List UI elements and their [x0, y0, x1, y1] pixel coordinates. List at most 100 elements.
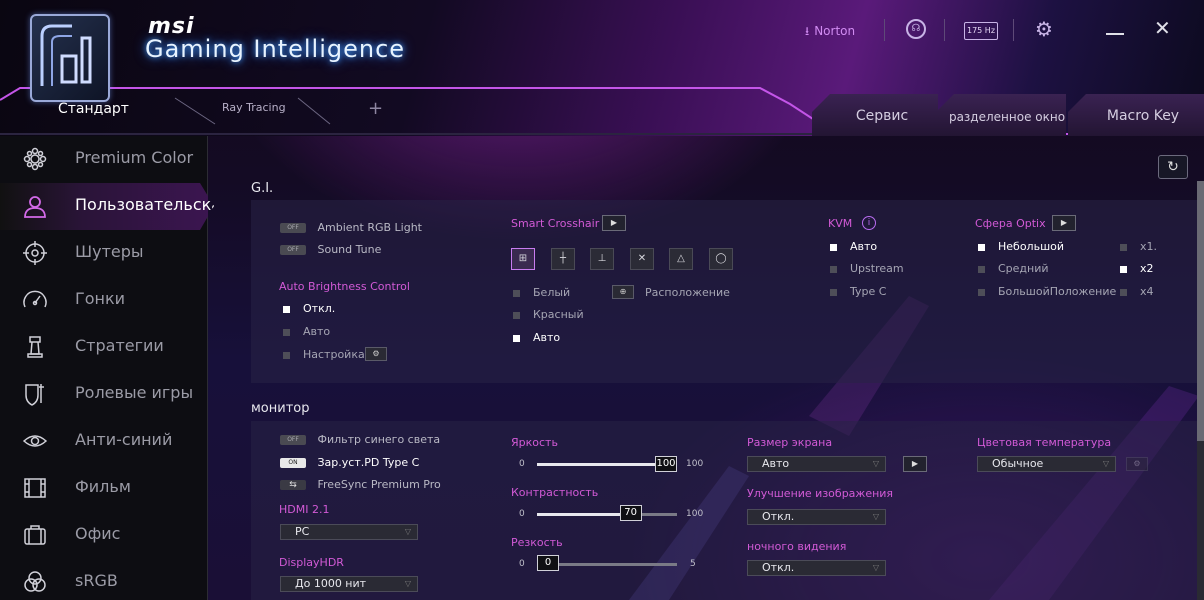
abc-title: Auto Brightness Control: [279, 280, 410, 293]
tab-service[interactable]: Сервис: [812, 94, 938, 136]
ambient-rgb-toggle[interactable]: OFF: [280, 223, 306, 233]
sidebar-item-strategy[interactable]: Стратегии: [0, 324, 208, 371]
radio-indicator: [978, 288, 985, 296]
contrast-max: 100: [686, 509, 704, 519]
close-icon[interactable]: ✕: [1154, 16, 1171, 40]
chevron-down-icon: ▽: [404, 527, 411, 536]
abc-settings-gear-icon[interactable]: ⚙: [365, 347, 387, 361]
radio-indicator: [1120, 243, 1127, 251]
radio-indicator: [513, 289, 520, 297]
chevron-down-icon: ▽: [872, 563, 879, 572]
crosshair-position-gear-icon[interactable]: ⊕: [612, 285, 634, 299]
sidebar-item-label: Ролевые игры: [75, 383, 194, 402]
scrollbar-thumb[interactable]: [1197, 181, 1204, 441]
crosshair-color-red[interactable]: Красный: [513, 308, 584, 321]
crosshair-style-1[interactable]: ⊞: [511, 248, 535, 270]
add-tab-button[interactable]: +: [368, 98, 383, 119]
brightness-slider-thumb[interactable]: 100: [655, 456, 677, 472]
hdr-select[interactable]: До 1000 нит ▽: [280, 576, 418, 592]
screen-size-value: Авто: [762, 457, 790, 470]
color-temp-gear-icon[interactable]: ⚙: [1126, 457, 1148, 471]
crosshair-style-4[interactable]: ✕: [630, 248, 654, 270]
sharpness-slider-thumb[interactable]: 0: [537, 555, 559, 571]
headset-icon[interactable]: ☊: [906, 19, 926, 39]
tab-split-window[interactable]: разделенное окно: [936, 94, 1066, 136]
tab-ray-tracing[interactable]: Ray Tracing: [222, 101, 286, 114]
crosshair-style-5[interactable]: △: [669, 248, 693, 270]
crosshair-style-2[interactable]: ┼: [551, 248, 575, 270]
night-vision-select[interactable]: Откл. ▽: [747, 560, 886, 576]
tab-standard[interactable]: Стандарт: [58, 101, 129, 117]
divider: [1013, 19, 1014, 41]
crosshair-play-icon[interactable]: ▶: [602, 215, 626, 231]
sidebar-item-custom[interactable]: Пользовательска: [0, 183, 214, 230]
crosshair-color-auto[interactable]: Авто: [513, 331, 560, 344]
sharpness-min: 0: [519, 559, 525, 569]
norton-button[interactable]: ⭳ Norton: [805, 22, 855, 43]
kvm-option-upstream[interactable]: Upstream: [830, 262, 904, 275]
abc-option-off[interactable]: Откл.: [283, 302, 335, 315]
radio-indicator: [1120, 265, 1127, 273]
sidebar-item-anti-blue[interactable]: Анти-синий: [0, 418, 208, 465]
optix-option-large[interactable]: БольшойПоложение: [978, 285, 1116, 298]
radio-indicator: [978, 243, 985, 251]
contrast-title: Контрастность: [511, 486, 599, 499]
refresh-rate-badge[interactable]: 175 Hz: [964, 22, 998, 40]
sidebar-item-racing[interactable]: Гонки: [0, 277, 208, 324]
sidebar-item-shooters[interactable]: Шутеры: [0, 230, 208, 277]
sidebar-item-office[interactable]: Офис: [0, 512, 208, 559]
minimize-icon[interactable]: [1106, 33, 1124, 35]
film-icon: [24, 478, 46, 498]
pd-charge-label: Зар.уст.PD Type C: [317, 456, 420, 469]
sound-tune-row: OFF Sound Tune: [280, 243, 381, 256]
optix-option-small[interactable]: Небольшой: [978, 240, 1064, 253]
freesync-label: FreeSync Premium Pro: [317, 478, 441, 491]
screen-size-play-icon[interactable]: ▶: [903, 456, 927, 472]
brightness-min: 0: [519, 459, 525, 469]
sidebar-item-label: Фильм: [75, 477, 131, 496]
sound-tune-toggle[interactable]: OFF: [280, 245, 306, 255]
color-temp-select[interactable]: Обычное ▽: [977, 456, 1116, 472]
divider: [884, 19, 885, 41]
sidebar-item-label: Анти-синий: [75, 430, 173, 449]
sidebar-item-rpg[interactable]: Ролевые игры: [0, 371, 208, 418]
crosshair-style-3[interactable]: ⊥: [590, 248, 614, 270]
freesync-icon[interactable]: ⇆: [280, 480, 306, 490]
image-enhance-title: Улучшение изображения: [747, 487, 894, 500]
sidebar-item-premium-color[interactable]: Premium Color: [0, 136, 208, 183]
crosshair-style-6[interactable]: ◯: [709, 248, 733, 270]
sidebar-item-movie[interactable]: Фильм: [0, 465, 208, 512]
kvm-info-icon[interactable]: i: [862, 216, 876, 230]
image-enhance-value: Откл.: [762, 510, 795, 523]
abc-option-auto[interactable]: Авто: [283, 325, 330, 338]
pd-charge-toggle[interactable]: ON: [280, 458, 306, 468]
hdr-value: До 1000 нит: [295, 577, 367, 590]
image-enhance-select[interactable]: Откл. ▽: [747, 509, 886, 525]
crosshair-color-white[interactable]: Белый: [513, 286, 570, 299]
gear-icon[interactable]: ⚙: [1035, 17, 1053, 41]
night-vision-value: Откл.: [762, 561, 795, 574]
kvm-option-auto[interactable]: Авто: [830, 240, 877, 253]
radio-indicator: [830, 265, 837, 273]
sidebar-item-label: Стратегии: [75, 336, 164, 355]
sound-tune-label: Sound Tune: [317, 243, 382, 256]
sidebar-item-srgb[interactable]: sRGB: [0, 559, 208, 600]
briefcase-icon: [24, 525, 46, 545]
blue-light-toggle[interactable]: OFF: [280, 435, 306, 445]
optix-zoom-x1[interactable]: x1.: [1120, 240, 1157, 253]
kvm-option-typec[interactable]: Type C: [830, 285, 886, 298]
pd-charge-row: ON Зар.уст.PD Type C: [280, 456, 419, 469]
reset-button[interactable]: ↻: [1158, 155, 1188, 179]
section-title-gi: G.I.: [251, 181, 274, 196]
tab-macro-key[interactable]: Macro Key: [1068, 94, 1204, 136]
optix-option-medium[interactable]: Средний: [978, 262, 1049, 275]
abc-option-custom[interactable]: Настройка: [283, 348, 365, 361]
rgb-circles-icon: [24, 571, 46, 592]
screen-size-select[interactable]: Авто ▽: [747, 456, 886, 472]
optix-zoom-x2[interactable]: x2: [1120, 262, 1154, 275]
contrast-slider-thumb[interactable]: 70: [619, 505, 642, 521]
optix-zoom-x4[interactable]: x4: [1120, 285, 1154, 298]
sidebar-item-label: Пользовательска: [75, 195, 222, 214]
hdmi-select[interactable]: PC ▽: [280, 524, 418, 540]
optix-play-icon[interactable]: ▶: [1052, 215, 1076, 231]
